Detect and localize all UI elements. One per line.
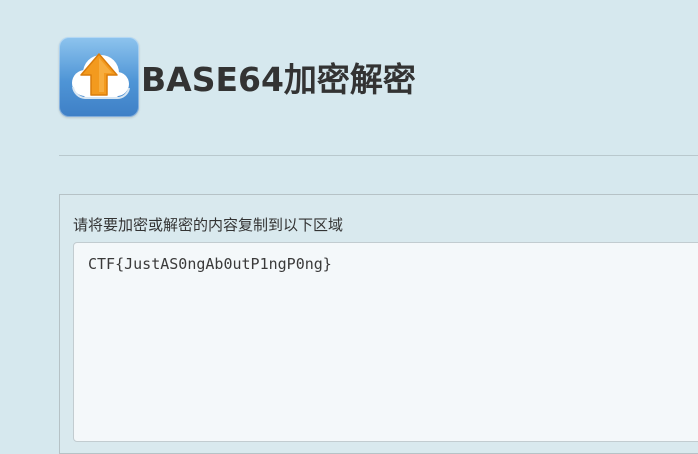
cloud-upload-icon (59, 37, 139, 117)
cloud-upload-icon-graphic (72, 53, 130, 100)
content-textarea[interactable]: CTF{JustAS0ngAb0utP1ngP0ng} (73, 242, 698, 442)
header-divider (59, 155, 698, 156)
page-title: BASE64加密解密 (141, 60, 416, 99)
input-label: 请将要加密或解密的内容复制到以下区域 (73, 216, 344, 234)
page-header: BASE64加密解密 (59, 37, 416, 117)
